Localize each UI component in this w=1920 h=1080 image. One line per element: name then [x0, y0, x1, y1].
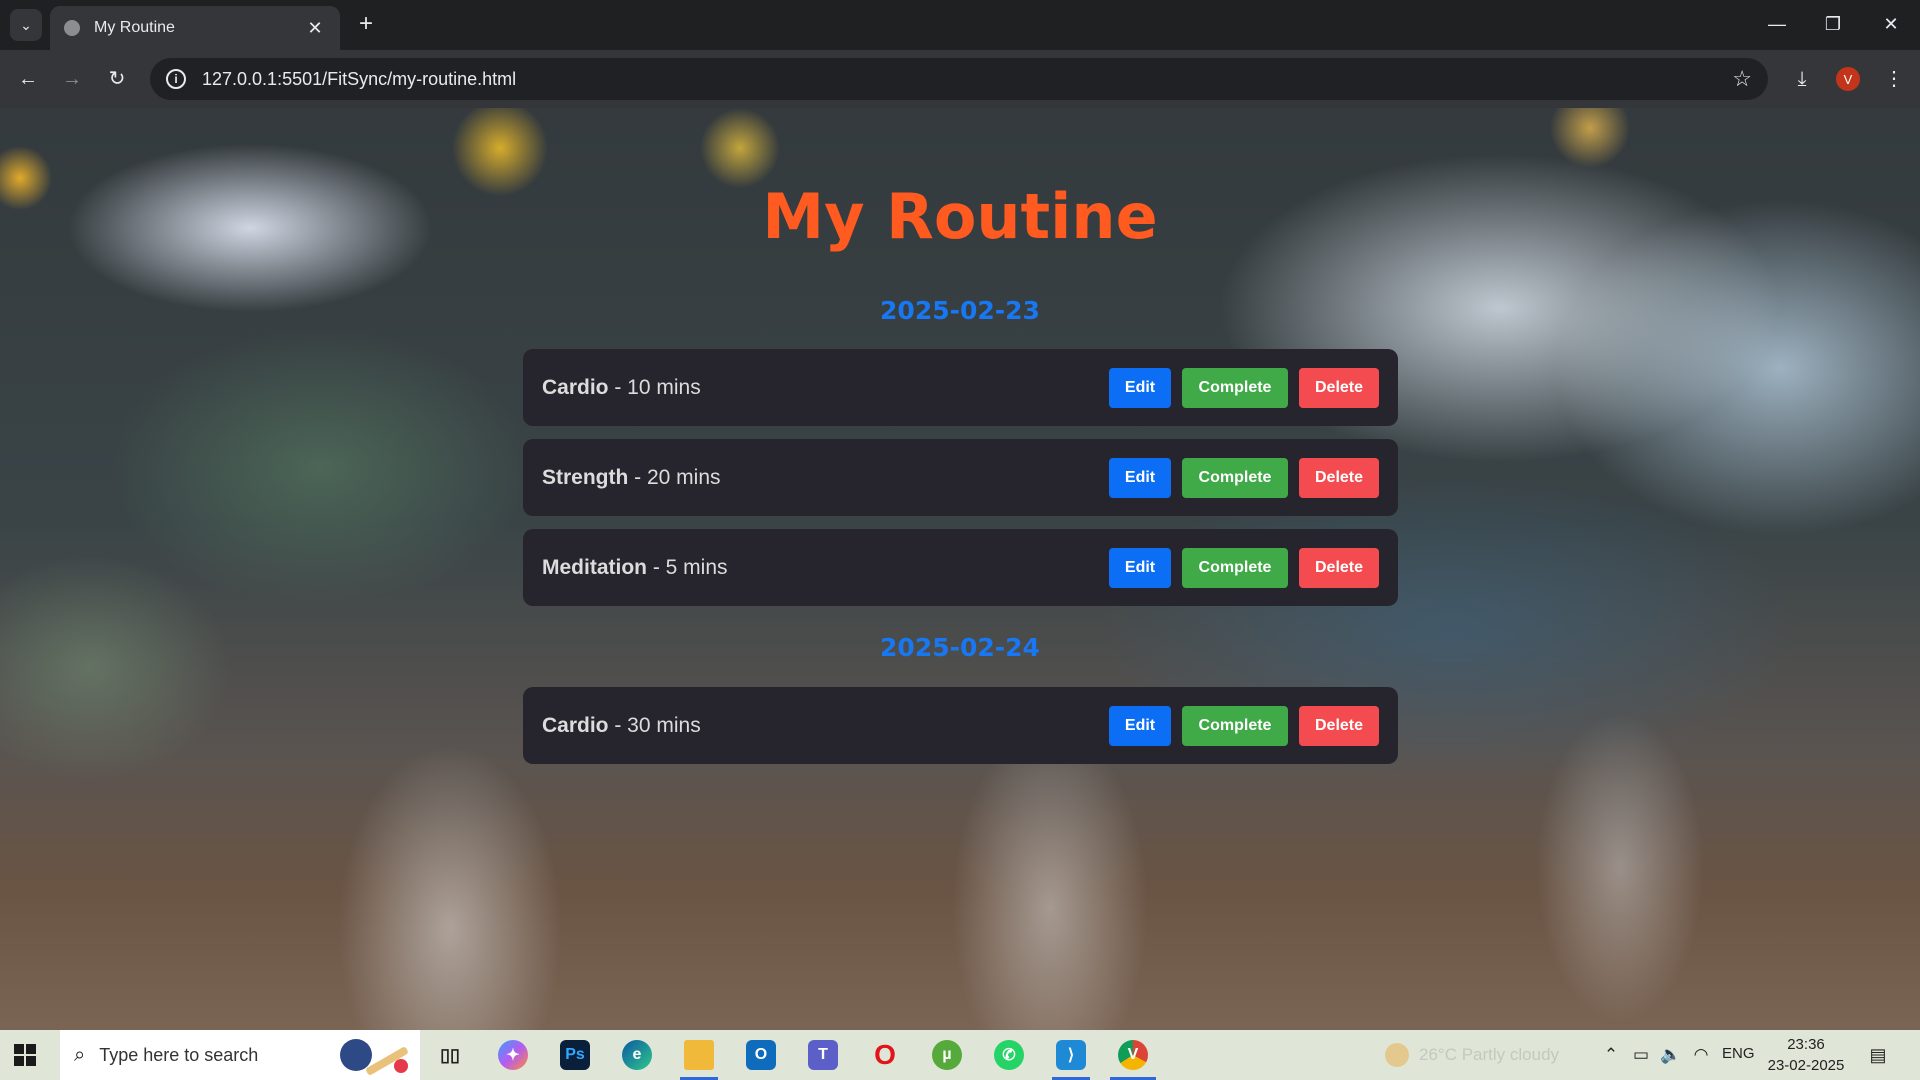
complete-button[interactable]: Complete — [1182, 547, 1288, 588]
delete-button[interactable]: Delete — [1299, 547, 1379, 588]
weather-widget[interactable]: 26°C Partly cloudy — [1385, 1043, 1559, 1067]
site-info-icon[interactable]: i — [166, 69, 186, 89]
chrome-icon[interactable]: V — [1110, 1035, 1156, 1080]
whatsapp-icon[interactable]: ✆ — [986, 1035, 1032, 1075]
wifi-icon[interactable]: ◠ — [1690, 1043, 1712, 1067]
routine-card: Strength - 20 mins Edit Complete Delete — [523, 439, 1398, 516]
routine-type: Cardio — [542, 375, 609, 399]
routine-text: Cardio - 30 mins — [542, 714, 1098, 738]
routine-text: Meditation - 5 mins — [542, 556, 1098, 580]
routine-type: Cardio — [542, 713, 609, 737]
file-explorer-icon[interactable] — [676, 1035, 722, 1080]
windows-start-icon[interactable] — [14, 1044, 36, 1066]
download-icon[interactable]: ⤓ — [1786, 63, 1818, 95]
browser-toolbar: ← → ↻ i 127.0.0.1:5501/FitSync/my-routin… — [0, 50, 1920, 108]
battery-icon[interactable]: ▭ — [1630, 1043, 1652, 1067]
complete-button[interactable]: Complete — [1182, 705, 1288, 746]
vscode-icon[interactable]: ⟩ — [1048, 1035, 1094, 1080]
routine-text: Strength - 20 mins — [542, 466, 1098, 490]
search-placeholder: Type here to search — [99, 1044, 259, 1065]
complete-button[interactable]: Complete — [1182, 367, 1288, 408]
forward-icon[interactable]: → — [56, 63, 88, 95]
edit-button[interactable]: Edit — [1109, 705, 1171, 746]
routine-card: Cardio - 30 mins Edit Complete Delete — [523, 687, 1398, 764]
routine-type: Meditation — [542, 555, 647, 579]
chevron-up-icon[interactable]: ⌃ — [1601, 1043, 1621, 1067]
date-heading: 2025-02-24 — [880, 633, 1040, 662]
back-icon[interactable]: ← — [12, 63, 44, 95]
tab-close-icon[interactable]: ✕ — [304, 18, 326, 39]
address-bar[interactable]: i 127.0.0.1:5501/FitSync/my-routine.html… — [150, 58, 1768, 100]
clock-time: 23:36 — [1787, 1036, 1825, 1053]
edge-icon[interactable]: e — [614, 1035, 660, 1075]
profile-avatar[interactable]: V — [1836, 67, 1860, 91]
edit-button[interactable]: Edit — [1109, 547, 1171, 588]
edit-button[interactable]: Edit — [1109, 367, 1171, 408]
more-menu-icon[interactable]: ⋮ — [1878, 63, 1910, 95]
teams-icon[interactable]: T — [800, 1035, 846, 1075]
utorrent-icon[interactable]: µ — [924, 1035, 970, 1075]
routine-card: Meditation - 5 mins Edit Complete Delete — [523, 529, 1398, 606]
routine-duration: - 5 mins — [647, 555, 728, 579]
windows-taskbar: ⌕ Type here to search ▯▯ ✦ Ps e O T O µ … — [0, 1030, 1920, 1080]
delete-button[interactable]: Delete — [1299, 705, 1379, 746]
edit-button[interactable]: Edit — [1109, 457, 1171, 498]
cricket-search-highlight-icon — [330, 1035, 410, 1076]
routine-duration: - 30 mins — [608, 713, 701, 737]
language-indicator[interactable]: ENG — [1722, 1045, 1755, 1062]
tab-search-icon[interactable]: ⌄ — [10, 9, 42, 41]
photoshop-icon[interactable]: Ps — [552, 1035, 598, 1075]
restore-icon[interactable]: ❐ — [1810, 8, 1856, 40]
page-viewport: My Routine 2025-02-23 Cardio - 10 mins E… — [0, 108, 1920, 1030]
globe-icon — [64, 20, 80, 36]
routine-duration: - 20 mins — [628, 465, 721, 489]
taskbar-search[interactable]: ⌕ Type here to search — [60, 1030, 420, 1080]
task-view-icon[interactable]: ▯▯ — [427, 1035, 473, 1075]
routine-card: Cardio - 10 mins Edit Complete Delete — [523, 349, 1398, 426]
bookmark-star-icon[interactable]: ☆ — [1732, 66, 1752, 92]
page-title: My Routine — [762, 180, 1158, 253]
weather-text: 26°C Partly cloudy — [1419, 1045, 1560, 1064]
delete-button[interactable]: Delete — [1299, 367, 1379, 408]
new-tab-icon[interactable]: + — [352, 10, 380, 38]
browser-tab-bar: ⌄ My Routine ✕ + — ❐ ✕ — [0, 0, 1920, 50]
notification-icon[interactable]: ▤ — [1866, 1043, 1890, 1067]
volume-icon[interactable]: 🔈 — [1660, 1043, 1682, 1067]
copilot-icon[interactable]: ✦ — [490, 1035, 536, 1075]
opera-icon[interactable]: O — [862, 1035, 908, 1075]
url-text[interactable]: 127.0.0.1:5501/FitSync/my-routine.html — [202, 69, 1732, 90]
reload-icon[interactable]: ↻ — [101, 63, 133, 95]
close-window-icon[interactable]: ✕ — [1868, 8, 1914, 40]
search-icon: ⌕ — [74, 1043, 86, 1066]
partly-cloudy-icon — [1385, 1043, 1409, 1067]
date-heading: 2025-02-23 — [880, 296, 1040, 325]
routine-text: Cardio - 10 mins — [542, 376, 1098, 400]
complete-button[interactable]: Complete — [1182, 457, 1288, 498]
clock-date: 23-02-2025 — [1767, 1057, 1845, 1074]
system-clock[interactable]: 23:36 23-02-2025 — [1766, 1034, 1846, 1076]
browser-tab[interactable]: My Routine ✕ — [50, 6, 340, 50]
delete-button[interactable]: Delete — [1299, 457, 1379, 498]
routine-duration: - 10 mins — [608, 375, 701, 399]
minimize-icon[interactable]: — — [1754, 8, 1800, 40]
tab-title: My Routine — [94, 19, 175, 36]
routine-type: Strength — [542, 465, 629, 489]
outlook-icon[interactable]: O — [738, 1035, 784, 1075]
